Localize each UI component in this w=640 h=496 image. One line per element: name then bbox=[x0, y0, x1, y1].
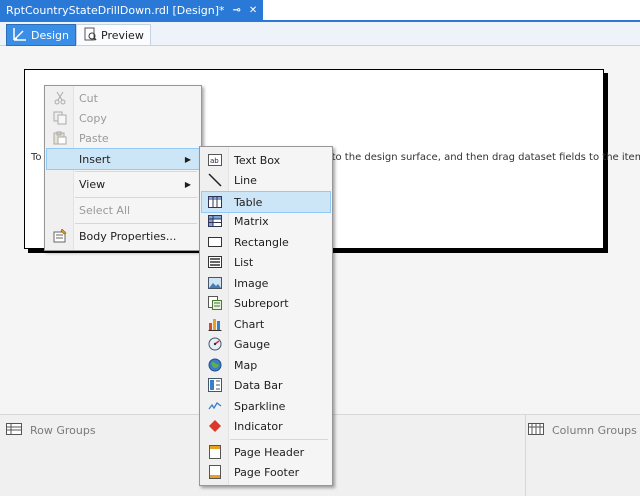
submenu-item-data-bar[interactable]: Data Bar bbox=[202, 375, 330, 395]
menu-item-label: Body Properties... bbox=[79, 229, 177, 243]
matrix-icon bbox=[204, 211, 226, 231]
submenu-item-matrix[interactable]: Matrix bbox=[202, 211, 330, 231]
properties-icon bbox=[49, 226, 71, 246]
copy-icon bbox=[49, 108, 71, 128]
indicator-icon bbox=[204, 416, 226, 436]
menu-item-label: Paste bbox=[79, 131, 109, 145]
submenu-item-label: Data Bar bbox=[234, 378, 283, 392]
submenu-item-label: Line bbox=[234, 173, 257, 187]
menu-item-label: Insert bbox=[79, 152, 111, 166]
menu-item-label: Cut bbox=[79, 91, 98, 105]
table-icon bbox=[204, 192, 226, 212]
menu-item-label: View bbox=[79, 177, 106, 191]
svg-text:ab: ab bbox=[210, 157, 219, 165]
menu-item-label: Select All bbox=[79, 203, 131, 217]
page-header-icon bbox=[204, 442, 226, 462]
submenu-item-label: Matrix bbox=[234, 214, 269, 228]
submenu-item-table[interactable]: Table bbox=[201, 191, 331, 213]
context-menu: Cut Copy Paste Insert ▶ View ▶ Select Al… bbox=[44, 85, 202, 251]
submenu-item-text-box[interactable]: ab Text Box bbox=[202, 150, 330, 170]
submenu-item-label: Table bbox=[234, 195, 263, 209]
gauge-icon bbox=[204, 334, 226, 354]
submenu-item-label: Page Footer bbox=[234, 465, 300, 479]
submenu-item-label: Gauge bbox=[234, 337, 270, 351]
menu-separator bbox=[75, 223, 197, 224]
close-icon[interactable]: ✕ bbox=[249, 5, 257, 16]
select-all-icon-placeholder bbox=[49, 200, 71, 220]
insert-submenu: ab Text Box Line Table Matrix Rectangle … bbox=[199, 146, 333, 486]
scissors-icon bbox=[49, 88, 71, 108]
line-icon bbox=[204, 170, 226, 190]
list-icon bbox=[204, 252, 226, 272]
menu-item-label: Copy bbox=[79, 111, 107, 125]
menu-item-select-all[interactable]: Select All bbox=[47, 200, 199, 220]
submenu-item-page-footer[interactable]: Page Footer bbox=[202, 462, 330, 482]
submenu-item-label: Image bbox=[234, 276, 269, 290]
rectangle-icon bbox=[204, 232, 226, 252]
submenu-item-sparkline[interactable]: Sparkline bbox=[202, 396, 330, 416]
submenu-item-label: Chart bbox=[234, 317, 265, 331]
submenu-item-gauge[interactable]: Gauge bbox=[202, 334, 330, 354]
page-footer-icon bbox=[204, 462, 226, 482]
map-icon bbox=[204, 355, 226, 375]
row-groups-label: Row Groups bbox=[30, 424, 96, 437]
submenu-item-label: Subreport bbox=[234, 296, 289, 310]
column-groups-icon bbox=[528, 423, 544, 438]
tab-preview-label: Preview bbox=[101, 28, 144, 42]
menu-item-cut[interactable]: Cut bbox=[47, 88, 199, 108]
column-groups-label: Column Groups bbox=[552, 424, 637, 437]
submenu-item-line[interactable]: Line bbox=[202, 170, 330, 190]
insert-icon-placeholder bbox=[49, 149, 71, 169]
menu-item-view[interactable]: View ▶ bbox=[47, 174, 199, 194]
document-tab-title: RptCountryStateDrillDown.rdl [Design]* bbox=[6, 3, 225, 17]
menu-item-body-properties[interactable]: Body Properties... bbox=[47, 226, 199, 246]
menu-separator bbox=[75, 197, 197, 198]
subreport-icon bbox=[204, 293, 226, 313]
submenu-item-rectangle[interactable]: Rectangle bbox=[202, 232, 330, 252]
submenu-item-image[interactable]: Image bbox=[202, 273, 330, 293]
databar-icon bbox=[204, 375, 226, 395]
row-groups-icon bbox=[6, 423, 22, 438]
textbox-icon: ab bbox=[204, 150, 226, 170]
preview-icon bbox=[83, 27, 97, 44]
submenu-item-label: List bbox=[234, 255, 254, 269]
chart-icon bbox=[204, 314, 226, 334]
tab-design-label: Design bbox=[31, 28, 69, 42]
submenu-item-chart[interactable]: Chart bbox=[202, 314, 330, 334]
submenu-arrow-icon: ▶ bbox=[184, 179, 191, 189]
submenu-item-map[interactable]: Map bbox=[202, 355, 330, 375]
row-groups-header[interactable]: Row Groups bbox=[6, 423, 96, 438]
submenu-separator bbox=[230, 439, 328, 440]
submenu-item-indicator[interactable]: Indicator bbox=[202, 416, 330, 436]
paste-icon bbox=[49, 128, 71, 148]
submenu-item-label: Text Box bbox=[234, 153, 281, 167]
pin-icon[interactable]: ⊸ bbox=[233, 5, 241, 16]
tab-preview[interactable]: Preview bbox=[76, 24, 151, 46]
design-icon bbox=[13, 27, 27, 44]
submenu-item-subreport[interactable]: Subreport bbox=[202, 293, 330, 313]
column-groups-header[interactable]: Column Groups bbox=[528, 423, 637, 438]
tab-design[interactable]: Design bbox=[6, 24, 76, 46]
sparkline-icon bbox=[204, 396, 226, 416]
menu-item-copy[interactable]: Copy bbox=[47, 108, 199, 128]
menu-item-paste[interactable]: Paste bbox=[47, 128, 199, 148]
document-tab-bar: RptCountryStateDrillDown.rdl [Design]* ⊸… bbox=[0, 0, 640, 22]
view-icon-placeholder bbox=[49, 174, 71, 194]
submenu-item-label: Sparkline bbox=[234, 399, 286, 413]
menu-item-insert[interactable]: Insert ▶ bbox=[46, 148, 200, 170]
submenu-arrow-icon: ▶ bbox=[184, 154, 191, 164]
submenu-item-page-header[interactable]: Page Header bbox=[202, 442, 330, 462]
submenu-item-label: Rectangle bbox=[234, 235, 289, 249]
submenu-item-label: Page Header bbox=[234, 445, 305, 459]
menu-separator bbox=[75, 171, 197, 172]
submenu-item-label: Map bbox=[234, 358, 258, 372]
submenu-item-list[interactable]: List bbox=[202, 252, 330, 272]
groups-divider bbox=[525, 415, 526, 496]
submenu-item-label: Indicator bbox=[234, 419, 283, 433]
image-icon bbox=[204, 273, 226, 293]
document-tab[interactable]: RptCountryStateDrillDown.rdl [Design]* ⊸… bbox=[0, 0, 264, 20]
view-tab-bar: Design Preview bbox=[0, 22, 640, 46]
